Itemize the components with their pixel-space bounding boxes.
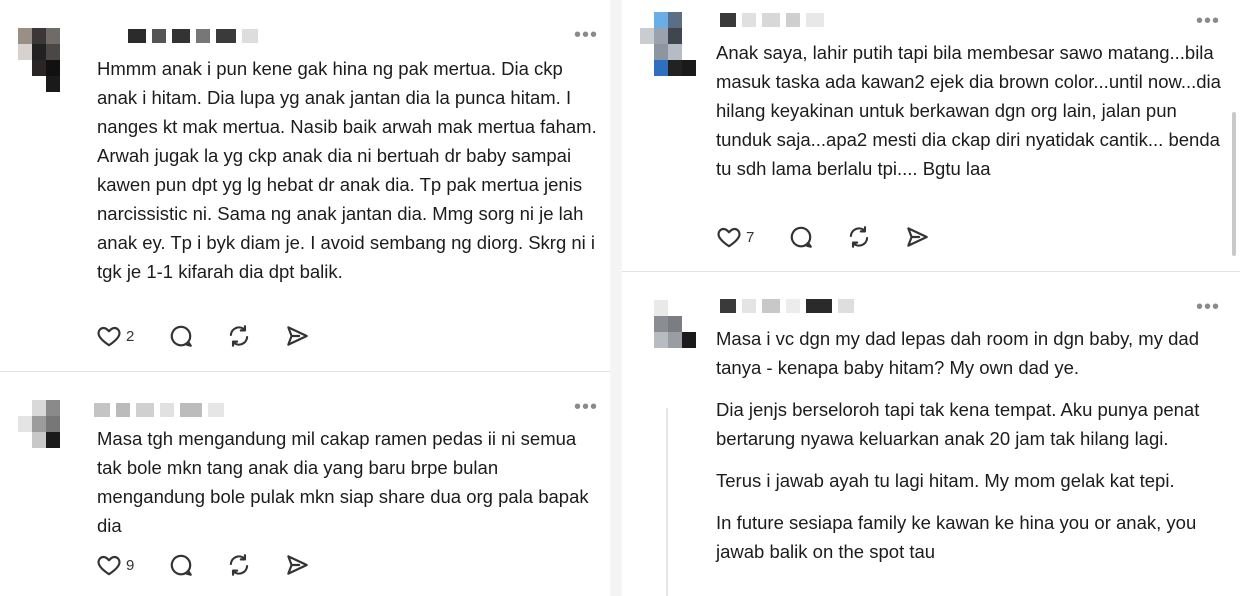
right-thread-column: ••• Anak saya, lahir putih tapi bila mem… xyxy=(622,0,1240,596)
action-bar: 7 xyxy=(716,222,962,252)
post-paragraph: Dia jenjs berseloroh tapi tak kena tempa… xyxy=(716,399,1200,449)
comment-button[interactable] xyxy=(168,323,194,349)
action-bar: 9 xyxy=(96,550,342,580)
repost-button[interactable] xyxy=(846,224,872,250)
like-button[interactable]: 7 xyxy=(716,224,756,250)
post-text: Masa tgh mengandung mil cakap ramen peda… xyxy=(97,424,597,553)
heart-icon xyxy=(97,555,121,576)
more-dots-icon[interactable]: ••• xyxy=(574,25,598,45)
repost-button[interactable] xyxy=(226,323,252,349)
like-button[interactable]: 9 xyxy=(96,552,136,578)
repost-icon xyxy=(229,554,249,576)
post-text: Hmmm anak i pun kene gak hina ng pak mer… xyxy=(97,54,597,299)
send-icon xyxy=(907,227,928,247)
share-button[interactable] xyxy=(284,323,310,349)
post-text: Masa i vc dgn my dad lepas dah room in d… xyxy=(716,324,1232,579)
comment-button[interactable] xyxy=(788,224,814,250)
avatar[interactable] xyxy=(18,28,74,92)
like-count: 7 xyxy=(746,228,755,246)
heart-icon xyxy=(717,227,741,248)
repost-icon xyxy=(229,325,249,347)
more-dots-icon[interactable]: ••• xyxy=(1196,11,1220,31)
post-paragraph: In future sesiapa family ke kawan ke hin… xyxy=(716,512,1197,562)
share-button[interactable] xyxy=(284,552,310,578)
action-bar: 2 xyxy=(96,321,342,351)
more-dots-icon[interactable]: ••• xyxy=(1196,297,1220,317)
post-paragraph: Terus i jawab ayah tu lagi hitam. My mom… xyxy=(716,470,1175,491)
comment-bubble-icon xyxy=(790,226,812,248)
comment-bubble-icon xyxy=(170,554,192,576)
reply-post: ••• Hmmm anak i pun kene gak hina ng pak… xyxy=(0,0,610,370)
repost-icon xyxy=(849,226,869,248)
reply-post: ••• Anak saya, lahir putih tapi bila mem… xyxy=(622,0,1240,270)
post-paragraph: Anak saya, lahir putih tapi bila membesa… xyxy=(716,42,1221,179)
reply-post: ••• Masa i vc dgn my dad lepas dah room … xyxy=(622,272,1240,596)
post-text: Anak saya, lahir putih tapi bila membesa… xyxy=(716,38,1226,196)
repost-button[interactable] xyxy=(226,552,252,578)
like-button[interactable]: 2 xyxy=(96,323,136,349)
avatar[interactable] xyxy=(18,400,74,464)
share-button[interactable] xyxy=(904,224,930,250)
post-paragraph: Masa i vc dgn my dad lepas dah room in d… xyxy=(716,328,1199,378)
like-count: 2 xyxy=(126,327,135,345)
username[interactable] xyxy=(720,298,854,314)
send-icon xyxy=(287,555,308,575)
username[interactable] xyxy=(128,28,258,44)
left-thread-column: ••• Hmmm anak i pun kene gak hina ng pak… xyxy=(0,0,610,596)
username[interactable] xyxy=(720,12,824,28)
comment-bubble-icon xyxy=(170,325,192,347)
like-count: 9 xyxy=(126,556,135,574)
column-gutter xyxy=(610,0,622,596)
avatar[interactable] xyxy=(640,12,696,76)
post-paragraph: Hmmm anak i pun kene gak hina ng pak mer… xyxy=(97,58,597,282)
more-dots-icon[interactable]: ••• xyxy=(574,397,598,417)
reply-post: ••• Masa tgh mengandung mil cakap ramen … xyxy=(0,372,610,596)
comment-button[interactable] xyxy=(168,552,194,578)
heart-icon xyxy=(97,326,121,347)
username[interactable] xyxy=(94,402,224,418)
send-icon xyxy=(287,326,308,346)
post-paragraph: Masa tgh mengandung mil cakap ramen peda… xyxy=(97,428,589,536)
thread-connector-line xyxy=(666,408,668,596)
avatar[interactable] xyxy=(640,300,696,364)
scrollbar[interactable] xyxy=(1232,112,1236,256)
